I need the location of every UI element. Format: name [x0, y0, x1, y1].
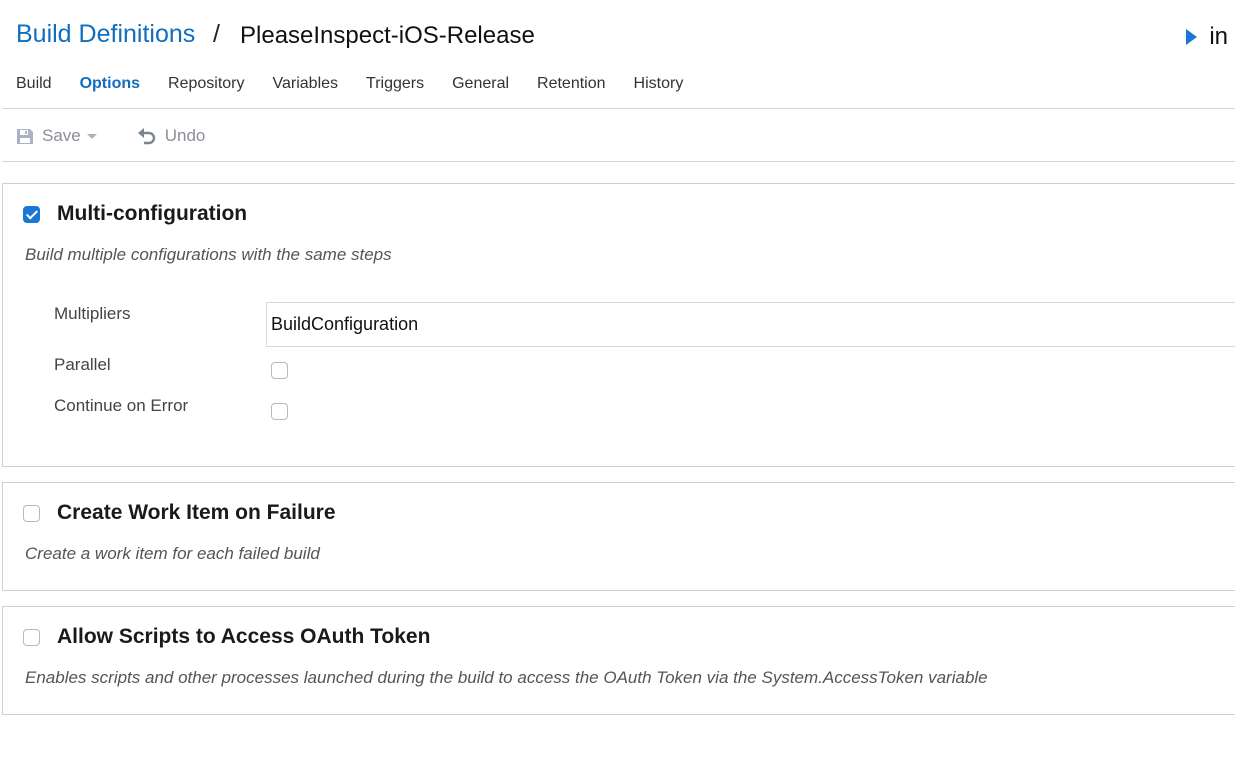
multi-configuration-title: Multi-configuration [57, 202, 248, 225]
multi-configuration-description: Build multiple configurations with the s… [25, 245, 392, 264]
undo-label: Undo [164, 126, 206, 145]
floppy-disk-icon [16, 128, 34, 145]
save-button[interactable]: Save [16, 126, 97, 146]
breadcrumb-separator: / [213, 20, 220, 48]
tab-bar: Build Options Repository Variables Trigg… [16, 72, 1235, 100]
create-work-item-section: Create Work Item on Failure Create a wor… [2, 482, 1235, 591]
oauth-token-checkbox[interactable] [23, 628, 40, 646]
tabs-divider [2, 108, 1235, 109]
create-work-item-title: Create Work Item on Failure [57, 501, 336, 524]
tab-build[interactable]: Build [16, 72, 52, 100]
multi-configuration-checkbox[interactable] [23, 205, 40, 223]
page-header: Build Definitions / PleaseInspect-iOS-Re… [16, 18, 1235, 58]
create-work-item-checkbox[interactable] [23, 504, 40, 522]
continue-on-error-label: Continue on Error [54, 396, 189, 415]
multipliers-label: Multipliers [54, 304, 131, 323]
queue-build-label: in [1209, 23, 1228, 50]
create-work-item-description: Create a work item for each failed build [25, 544, 320, 563]
parallel-checkbox[interactable] [271, 362, 288, 379]
create-work-item-header[interactable]: Create Work Item on Failure [23, 501, 336, 525]
oauth-token-header[interactable]: Allow Scripts to Access OAuth Token [23, 625, 430, 649]
oauth-token-section: Allow Scripts to Access OAuth Token Enab… [2, 606, 1235, 715]
save-label: Save [42, 126, 81, 145]
parallel-label: Parallel [54, 355, 111, 374]
tab-general[interactable]: General [452, 72, 509, 100]
chevron-down-icon[interactable] [86, 133, 97, 139]
undo-button[interactable]: Undo [137, 126, 206, 146]
multi-configuration-section: Multi-configuration Build multiple confi… [2, 183, 1235, 467]
oauth-token-description: Enables scripts and other processes laun… [25, 668, 988, 687]
undo-icon [137, 126, 157, 146]
multi-configuration-header[interactable]: Multi-configuration [23, 202, 247, 226]
tab-options[interactable]: Options [80, 72, 140, 100]
toolbar: Save Undo [16, 122, 245, 150]
tab-repository[interactable]: Repository [168, 72, 244, 100]
play-icon [1186, 29, 1198, 45]
toolbar-divider [2, 161, 1235, 162]
page-title: PleaseInspect-iOS-Release [240, 22, 535, 49]
tab-variables[interactable]: Variables [273, 72, 339, 100]
continue-on-error-checkbox[interactable] [271, 403, 288, 420]
tab-retention[interactable]: Retention [537, 72, 606, 100]
multipliers-input[interactable] [266, 302, 1235, 347]
tab-history[interactable]: History [634, 72, 684, 100]
breadcrumb-build-definitions-link[interactable]: Build Definitions [16, 20, 195, 49]
tab-triggers[interactable]: Triggers [366, 72, 424, 100]
queue-build-button[interactable]: in [1186, 20, 1228, 54]
oauth-token-title: Allow Scripts to Access OAuth Token [57, 625, 431, 648]
